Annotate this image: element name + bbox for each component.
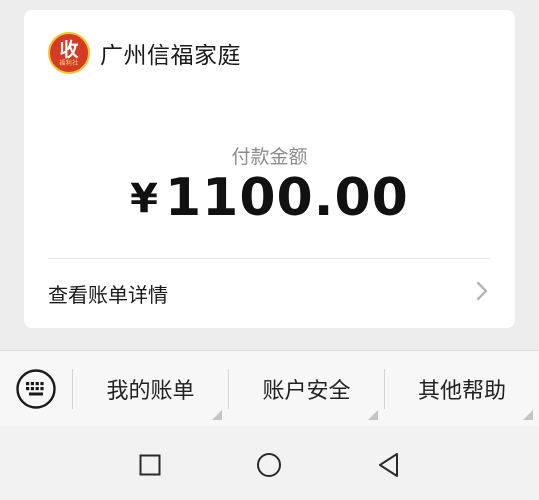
submenu-indicator-icon xyxy=(212,410,222,420)
menu-item-label: 账户安全 xyxy=(262,378,351,404)
amount-display: ¥1100.00 xyxy=(24,168,515,228)
amount-value: 1100.00 xyxy=(165,168,409,228)
recent-apps-button[interactable] xyxy=(137,452,163,478)
menu-item-label: 其他帮助 xyxy=(417,378,506,404)
amount-label: 付款金额 xyxy=(231,146,308,168)
circle-icon xyxy=(257,453,281,477)
service-menu-bar: 我的账单 账户安全 其他帮助 xyxy=(0,350,539,426)
payment-card: 收 福利社 广州信福家庭 付款金额 ¥1100.00 查看账单详情 xyxy=(24,10,515,328)
home-button[interactable] xyxy=(256,452,282,478)
merchant-logo-text: 收 xyxy=(59,39,79,61)
merchant-logo: 收 福利社 xyxy=(48,32,90,74)
merchant-name: 广州信福家庭 xyxy=(100,43,241,69)
triangle-back-icon xyxy=(379,453,398,477)
menu-item-label: 我的账单 xyxy=(106,378,195,404)
keyboard-toggle-button[interactable] xyxy=(0,351,72,426)
square-icon xyxy=(139,454,161,476)
view-bill-details-row[interactable]: 查看账单详情 xyxy=(24,259,515,326)
submenu-indicator-icon xyxy=(368,410,378,420)
chevron-right-icon xyxy=(476,281,488,301)
merchant-logo-subtext: 福利社 xyxy=(59,60,79,67)
submenu-indicator-icon xyxy=(523,410,533,420)
menu-item-account-security[interactable]: 账户安全 xyxy=(229,351,384,426)
keyboard-icon xyxy=(16,368,56,409)
view-bill-details-label: 查看账单详情 xyxy=(48,283,168,307)
back-button[interactable] xyxy=(376,452,402,478)
menu-item-my-bills[interactable]: 我的账单 xyxy=(73,351,228,426)
system-navigation-bar xyxy=(0,426,539,500)
merchant-header: 收 福利社 广州信福家庭 xyxy=(48,32,241,74)
menu-item-other-help[interactable]: 其他帮助 xyxy=(385,351,539,426)
currency-symbol: ¥ xyxy=(130,176,159,222)
